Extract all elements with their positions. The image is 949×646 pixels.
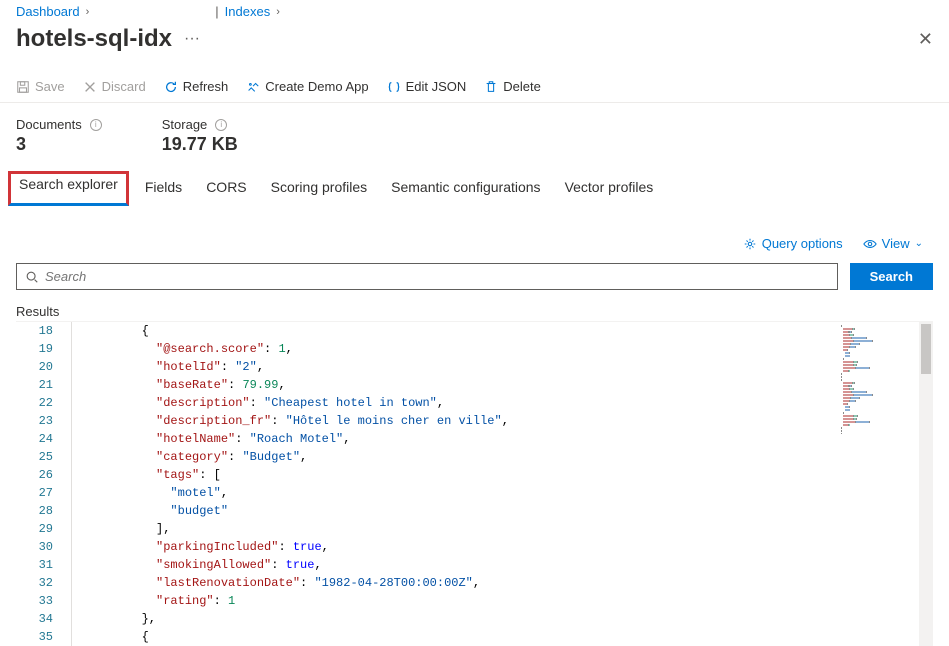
tab-search-explorer[interactable]: Search explorer [8, 171, 129, 206]
save-icon [16, 80, 30, 94]
tab-vector[interactable]: Vector profiles [565, 175, 654, 206]
save-button[interactable]: Save [16, 79, 65, 94]
discard-icon [83, 80, 97, 94]
storage-label: Storage [162, 117, 208, 132]
stats-row: Documents i 3 Storage i 19.77 KB [0, 103, 949, 165]
view-label: View [882, 236, 910, 251]
chevron-down-icon: ⌄ [915, 238, 923, 249]
create-demo-button[interactable]: Create Demo App [246, 79, 368, 94]
search-button[interactable]: Search [850, 263, 933, 290]
breadcrumb-dashboard[interactable]: Dashboard [16, 4, 80, 19]
storage-stat: Storage i 19.77 KB [162, 117, 238, 155]
chevron-right-icon: › [86, 6, 90, 18]
breadcrumb-separator: | [215, 4, 218, 19]
edit-json-icon [387, 80, 401, 94]
create-demo-label: Create Demo App [265, 79, 368, 94]
documents-stat: Documents i 3 [16, 117, 102, 155]
discard-button[interactable]: Discard [83, 79, 146, 94]
code-area: 181920212223242526272829303132333435 { "… [16, 321, 933, 646]
info-icon[interactable]: i [215, 119, 227, 131]
tab-semantic[interactable]: Semantic configurations [391, 175, 540, 206]
edit-json-button[interactable]: Edit JSON [387, 79, 467, 94]
tab-scoring[interactable]: Scoring profiles [271, 175, 368, 206]
more-actions-icon[interactable]: ··· [184, 30, 200, 48]
breadcrumb: Dashboard › | Indexes › [0, 0, 949, 19]
delete-button[interactable]: Delete [484, 79, 541, 94]
documents-value: 3 [16, 134, 102, 155]
refresh-icon [164, 80, 178, 94]
query-options-label: Query options [762, 236, 843, 251]
refresh-button[interactable]: Refresh [164, 79, 229, 94]
view-link[interactable]: View ⌄ [863, 236, 923, 251]
tabs: Search explorer Fields CORS Scoring prof… [0, 165, 949, 206]
line-gutter: 181920212223242526272829303132333435 [16, 322, 71, 646]
info-icon[interactable]: i [90, 119, 102, 131]
scrollbar-thumb[interactable] [921, 324, 931, 374]
options-row: Query options View ⌄ [0, 206, 949, 259]
toolbar: Save Discard Refresh Create Demo App Edi… [0, 71, 949, 103]
gear-icon [743, 237, 757, 251]
code-content[interactable]: { "@search.score": 1, "hotelId": "2", "b… [84, 322, 933, 646]
title-row: hotels-sql-idx ··· ✕ [0, 19, 949, 71]
storage-value: 19.77 KB [162, 134, 238, 155]
query-options-link[interactable]: Query options [743, 236, 843, 251]
refresh-label: Refresh [183, 79, 229, 94]
results-label: Results [0, 300, 949, 321]
edit-json-label: Edit JSON [406, 79, 467, 94]
eye-icon [863, 237, 877, 251]
breadcrumb-indexes[interactable]: Indexes [225, 4, 271, 19]
discard-label: Discard [102, 79, 146, 94]
minimap[interactable] [833, 324, 913, 434]
page-title: hotels-sql-idx [16, 25, 172, 53]
documents-label: Documents [16, 117, 82, 132]
tab-cors[interactable]: CORS [206, 175, 246, 206]
scrollbar-vertical[interactable] [919, 322, 933, 646]
search-box[interactable] [16, 263, 838, 290]
delete-label: Delete [503, 79, 541, 94]
tab-fields[interactable]: Fields [145, 175, 182, 206]
close-icon[interactable]: ✕ [918, 29, 933, 50]
search-icon [25, 270, 39, 284]
search-input[interactable] [45, 269, 829, 284]
save-label: Save [35, 79, 65, 94]
search-row: Search [0, 259, 949, 300]
delete-icon [484, 80, 498, 94]
chevron-right-icon: › [276, 6, 280, 18]
create-demo-icon [246, 80, 260, 94]
